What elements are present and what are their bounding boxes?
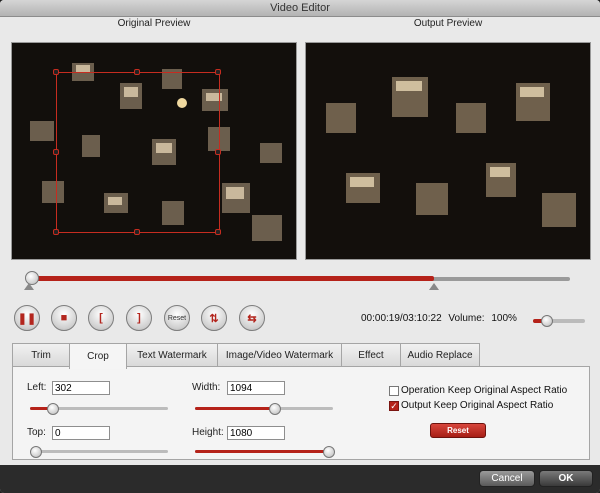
height-slider-knob[interactable] [323,446,335,458]
trim-end-marker[interactable] [429,283,439,290]
crop-handle-top-left[interactable] [53,69,59,75]
bracket-right-icon: ] [137,312,141,324]
output-preview-label: Output Preview [413,18,483,29]
stop-icon: ■ [60,312,68,324]
crop-handle-top[interactable] [134,69,140,75]
output-video-frame [306,43,590,259]
height-label: Height: [192,427,224,438]
ok-button[interactable]: OK [539,470,593,487]
volume-slider[interactable] [533,315,585,327]
left-label: Left: [27,382,47,393]
tab-text-watermark[interactable]: Text Watermark [126,343,218,367]
top-slider-track [30,450,168,453]
flip-vertical-button[interactable]: ⇅ [201,305,227,331]
width-slider-knob[interactable] [269,403,281,415]
left-slider-knob[interactable] [47,403,59,415]
mark-in-button[interactable]: [ [88,305,114,331]
crop-handle-bottom-right[interactable] [215,229,221,235]
tab-crop[interactable]: Crop [69,343,127,369]
video-editor-window: Video Editor Original Preview Output Pre… [0,0,600,493]
tab-audio-replace[interactable]: Audio Replace [400,343,480,367]
mark-out-button[interactable]: ] [126,305,152,331]
original-preview [11,42,297,260]
crop-handle-right[interactable] [215,149,221,155]
crop-handle-bottom-left[interactable] [53,229,59,235]
tab-image-video-watermark[interactable]: Image/Video Watermark [217,343,342,367]
title-bar: Video Editor [0,0,600,17]
top-label: Top: [27,427,46,438]
bracket-left-icon: [ [99,312,103,324]
left-slider[interactable] [30,403,168,415]
width-slider-fill [195,407,275,410]
tab-effect[interactable]: Effect [341,343,401,367]
original-preview-label: Original Preview [117,18,191,29]
keep-original-aspect-label: Operation Keep Original Aspect Ratio [401,385,568,396]
width-label: Width: [192,382,221,393]
flip-horizontal-button[interactable]: ⇆ [239,305,265,331]
timecode-readout: 00:00:19/03:10:22 Volume: 100% [361,313,517,324]
top-slider-knob[interactable] [30,446,42,458]
crop-handle-top-right[interactable] [215,69,221,75]
flip-horizontal-icon: ⇆ [247,312,257,325]
pause-button[interactable]: ❚❚ [14,305,40,331]
height-input[interactable]: 1080 [227,426,285,440]
height-slider-fill [195,450,329,453]
keep-original-aspect-checkbox[interactable] [389,386,399,396]
cancel-button[interactable]: Cancel [479,470,535,487]
top-slider[interactable] [30,446,168,458]
tab-trim[interactable]: Trim [12,343,70,367]
width-slider[interactable] [195,403,333,415]
volume-knob[interactable] [541,315,553,327]
keep-output-aspect-checkbox[interactable]: ✓ [389,401,399,411]
volume-value: 100% [491,313,517,324]
keep-output-aspect-label: Output Keep Original Aspect Ratio [401,400,554,411]
volume-label: Volume: [448,313,485,324]
trim-start-marker[interactable] [24,283,34,290]
flip-vertical-icon: ⇅ [209,312,219,325]
crop-handle-bottom[interactable] [134,229,140,235]
crop-reset-button[interactable]: Reset [430,423,486,438]
height-slider[interactable] [195,446,335,458]
crop-handle-left[interactable] [53,149,59,155]
pause-icon: ❚❚ [17,312,37,325]
timeline-slider[interactable] [24,270,572,294]
stop-button[interactable]: ■ [51,305,77,331]
crop-rectangle[interactable] [56,72,220,233]
top-input[interactable]: 0 [52,426,110,440]
output-preview [305,42,591,260]
checkmark-icon: ✓ [390,401,398,411]
window-title: Video Editor [270,2,330,14]
width-input[interactable]: 1094 [227,381,285,395]
timeline-selected-range [30,276,434,281]
reset-trim-label: Reset [167,314,187,322]
left-input[interactable]: 302 [52,381,110,395]
timecode: 00:00:19/03:10:22 [361,313,442,324]
reset-trim-button[interactable]: Reset [164,305,190,331]
